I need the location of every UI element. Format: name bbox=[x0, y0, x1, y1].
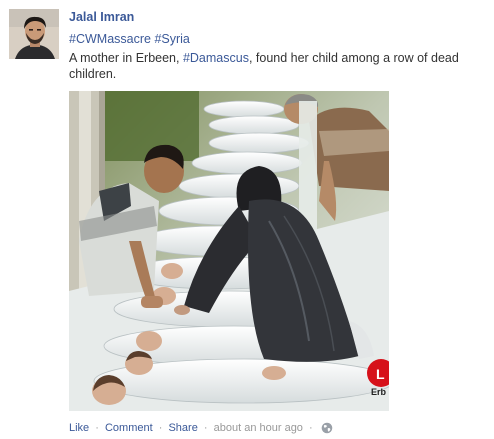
photo-watermark-text: Erb bbox=[371, 387, 387, 397]
separator-dot: · bbox=[203, 422, 208, 434]
photo-logo-letter: L bbox=[376, 366, 385, 382]
comment-link[interactable]: Comment bbox=[105, 422, 153, 434]
post-action-bar: Like · Comment · Share · about an hour a… bbox=[69, 421, 333, 438]
hashtag-link-damascus[interactable]: #Damascus bbox=[183, 51, 249, 65]
hashtag-link-cwmassacre[interactable]: #CWMassacre bbox=[69, 32, 151, 46]
post-message: A mother in Erbeen, #Damascus, found her… bbox=[69, 50, 485, 82]
message-text-prefix: A mother in Erbeen, bbox=[69, 51, 183, 65]
author-name-link[interactable]: Jalal Imran bbox=[69, 10, 134, 24]
share-link[interactable]: Share bbox=[168, 422, 197, 434]
post-hashtags: #CWMassacre #Syria bbox=[69, 32, 190, 46]
separator-dot: · bbox=[309, 422, 313, 434]
like-link[interactable]: Like bbox=[69, 422, 89, 434]
post-photo[interactable]: L Erb bbox=[69, 91, 389, 411]
separator-dot: · bbox=[158, 422, 163, 434]
globe-icon[interactable] bbox=[321, 422, 333, 438]
feed-post: Jalal Imran #CWMassacre #Syria A mother … bbox=[0, 0, 494, 439]
author-avatar[interactable] bbox=[9, 9, 59, 59]
post-timestamp-link[interactable]: about an hour ago bbox=[214, 422, 303, 434]
separator-dot: · bbox=[95, 422, 99, 434]
hashtag-link-syria[interactable]: #Syria bbox=[154, 32, 189, 46]
